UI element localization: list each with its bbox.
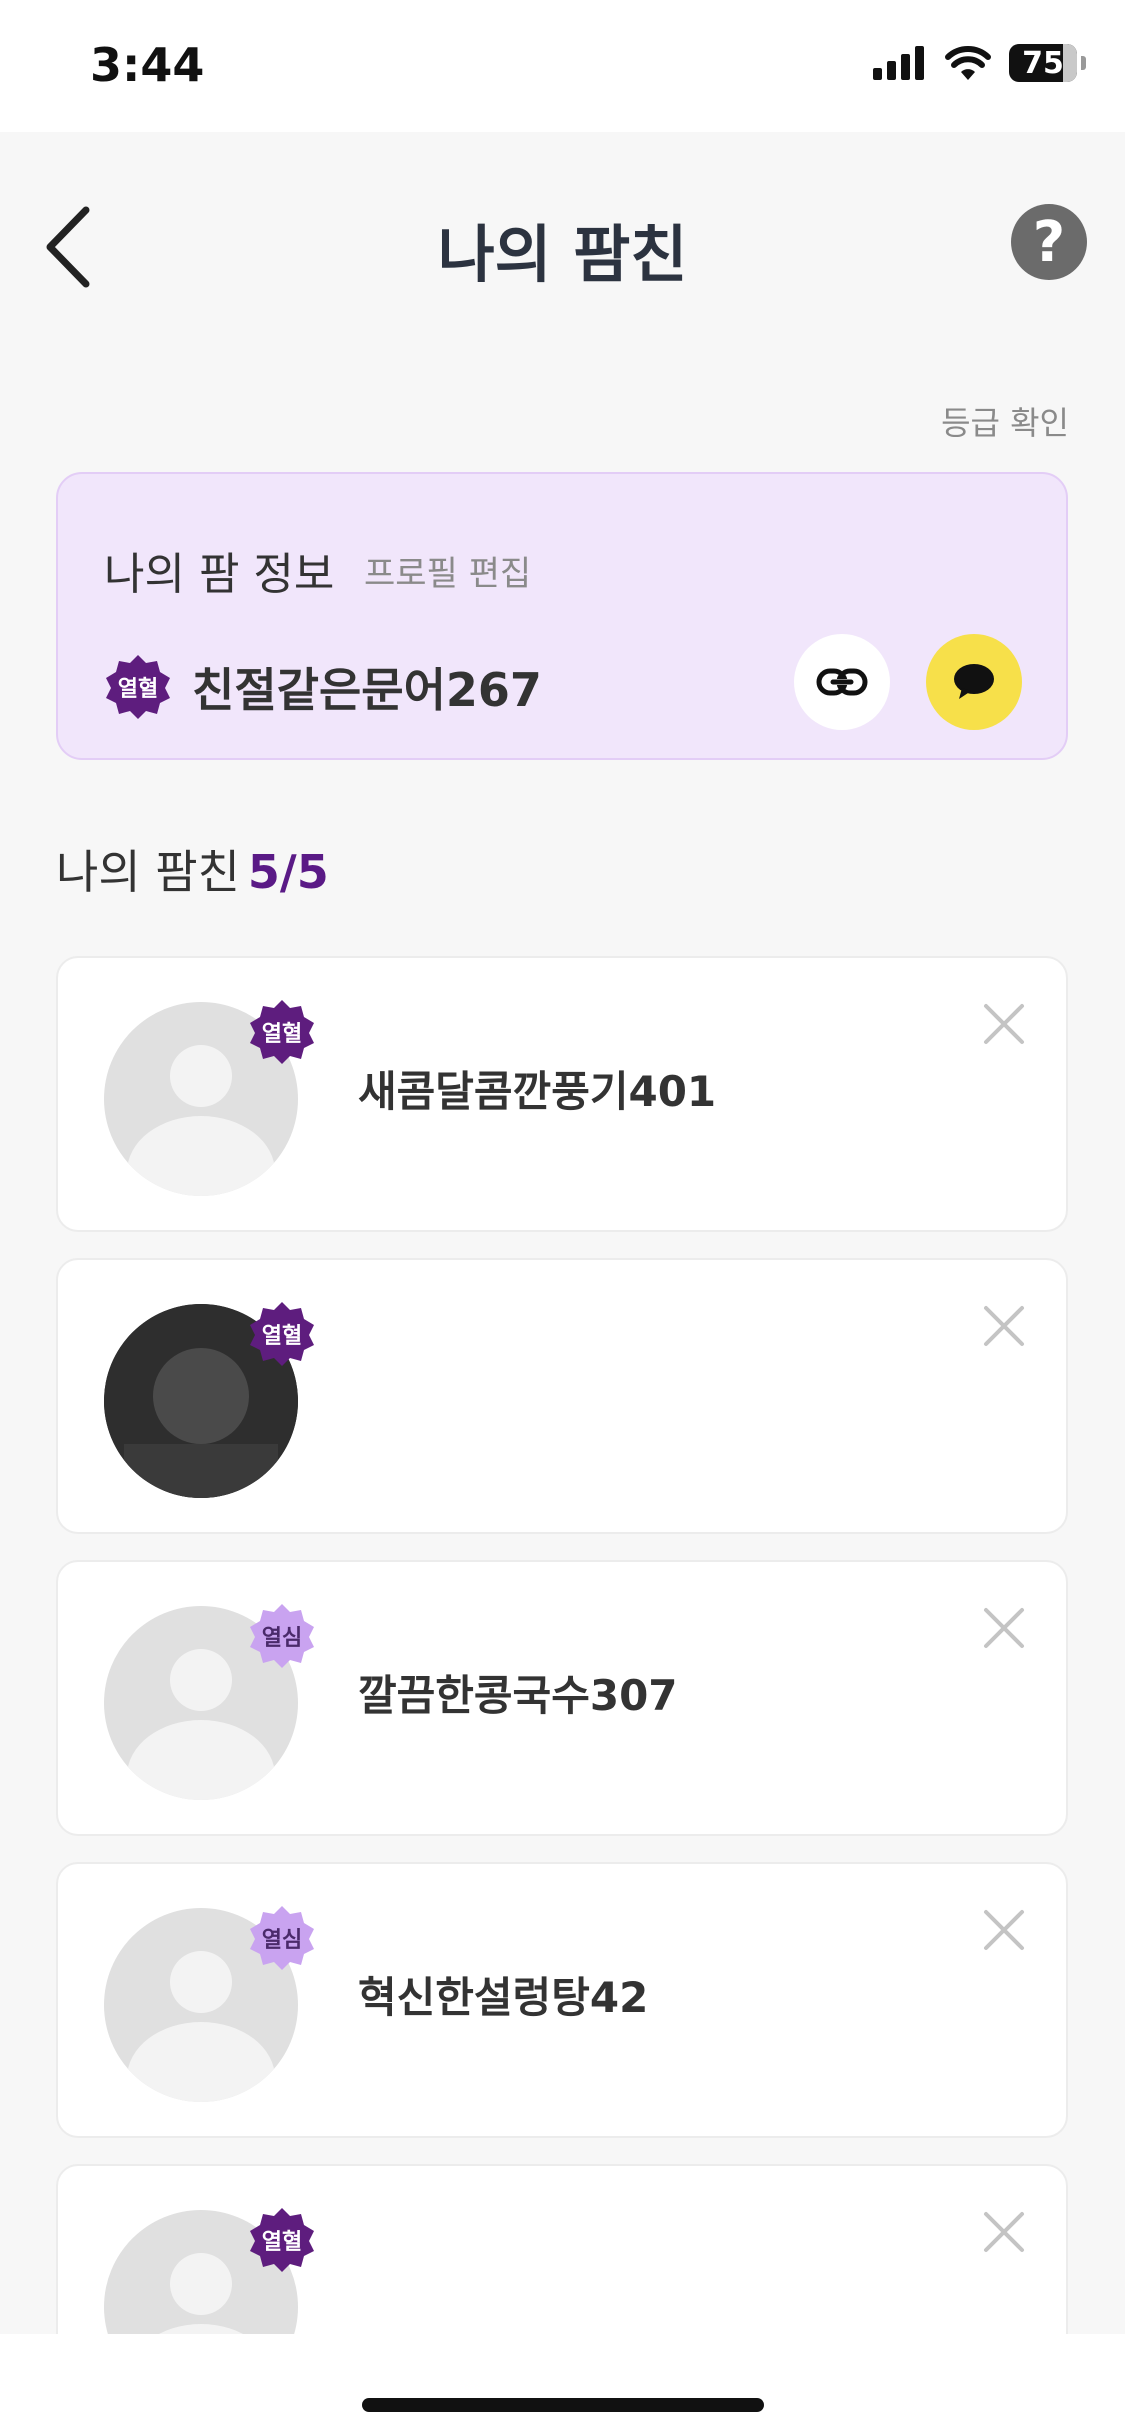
my-info-card: 나의 팜 정보 프로필 편집 열혈 친절같은문어267 <box>56 472 1068 760</box>
friend-card[interactable]: 열심 혁신한설렁탕42 <box>56 1862 1068 2138</box>
grade-check-link[interactable]: 등급 확인 <box>941 398 1069 444</box>
edit-profile-link[interactable]: 프로필 편집 <box>364 546 531 595</box>
battery-icon: 75 <box>1009 44 1086 82</box>
page-title: 나의 팜친 <box>437 218 688 291</box>
chat-bubble-icon <box>954 664 994 699</box>
close-icon <box>984 1910 1024 1950</box>
grade-badge: 열혈 <box>248 1300 316 1368</box>
home-indicator[interactable] <box>362 2398 764 2412</box>
wifi-icon <box>945 46 991 80</box>
remove-friend-button[interactable] <box>982 1908 1026 1952</box>
status-time: 3:44 <box>90 38 205 92</box>
remove-friend-button[interactable] <box>982 1606 1026 1650</box>
remove-friend-button[interactable] <box>982 2210 1026 2254</box>
remove-friend-button[interactable] <box>982 1304 1026 1348</box>
friend-nickname: 깔끔한콩국수307 <box>358 1671 678 1720</box>
copy-link-button[interactable] <box>794 634 890 730</box>
battery-level: 75 <box>1022 45 1064 81</box>
grade-badge: 열혈 <box>248 2206 316 2274</box>
help-button[interactable]: ? <box>1011 204 1087 280</box>
friends-section-title: 나의 팜친 5/5 <box>56 836 329 902</box>
close-icon <box>984 1306 1024 1346</box>
grade-badge: 열심 <box>248 1602 316 1670</box>
grade-badge-label: 열심 <box>261 1626 303 1651</box>
kakao-share-button[interactable] <box>926 634 1022 730</box>
grade-badge-label: 열심 <box>261 1928 303 1953</box>
friends-count: 5/5 <box>247 845 329 899</box>
grade-badge: 열혈 <box>104 653 172 721</box>
friend-card[interactable]: 열혈 새콤달콤깐풍기401 <box>56 956 1068 1232</box>
link-icon <box>816 668 868 696</box>
grade-badge-label: 열혈 <box>261 2230 303 2255</box>
friend-card[interactable]: 열혈 <box>56 1258 1068 1534</box>
nav-bar: 나의 팜친 ? <box>0 132 1125 352</box>
close-icon <box>984 1004 1024 1044</box>
close-icon <box>984 1608 1024 1648</box>
grade-badge: 열혈 <box>248 998 316 1066</box>
friend-card[interactable]: 열심 깔끔한콩국수307 <box>56 1560 1068 1836</box>
friends-section-label: 나의 팜친 <box>56 845 240 899</box>
close-icon <box>984 2212 1024 2252</box>
grade-badge-label: 열혈 <box>261 1022 303 1047</box>
status-bar: 3:44 75 <box>0 0 1125 132</box>
friend-nickname: 혁신한설렁탕42 <box>358 1973 649 2022</box>
friend-nickname: 새콤달콤깐풍기401 <box>358 1067 717 1116</box>
status-icons: 75 <box>873 44 1086 82</box>
signal-icon <box>873 46 924 80</box>
remove-friend-button[interactable] <box>982 1002 1026 1046</box>
grade-badge: 열심 <box>248 1904 316 1972</box>
grade-badge-label: 열혈 <box>117 677 159 702</box>
my-nickname: 친절같은문어267 <box>192 663 542 717</box>
my-info-title: 나의 팜 정보 <box>104 549 335 600</box>
grade-badge-label: 열혈 <box>261 1324 303 1349</box>
question-icon: ? <box>1032 209 1066 275</box>
my-info-name-row: 열혈 친절같은문어267 <box>104 652 542 722</box>
bottom-safe-area <box>0 2334 1125 2436</box>
